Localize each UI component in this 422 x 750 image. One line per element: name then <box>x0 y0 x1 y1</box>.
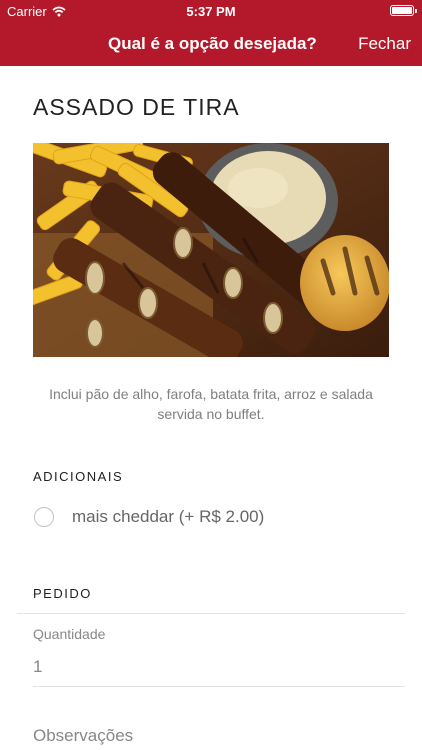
quantity-input[interactable]: 1 <box>33 657 42 677</box>
status-time: 5:37 PM <box>186 4 236 19</box>
addon-label: mais cheddar (+ R$ 2.00) <box>72 507 265 526</box>
navigation-bar: Qual é a opção desejada? Fechar <box>0 22 422 66</box>
item-title: ASSADO DE TIRA <box>33 94 240 120</box>
quantity-label: Quantidade <box>33 626 106 642</box>
divider <box>17 613 405 614</box>
order-section-label: PEDIDO <box>33 586 92 601</box>
addons-section-label: ADICIONAIS <box>33 469 124 484</box>
addon-option-cheddar[interactable]: mais cheddar (+ R$ 2.00) <box>34 507 264 527</box>
item-photo <box>33 143 389 357</box>
item-description: Inclui pão de alho, farofa, batata frita… <box>49 386 373 422</box>
status-bar: Carrier 5:37 PM <box>0 0 422 22</box>
nav-title: Qual é a opção desejada? <box>108 34 317 53</box>
battery-icon <box>390 5 417 16</box>
notes-field[interactable]: Observações <box>33 726 133 746</box>
radio-button[interactable] <box>34 507 54 527</box>
divider <box>33 686 405 687</box>
food-photo-image <box>33 143 389 357</box>
close-button[interactable]: Fechar <box>358 34 411 54</box>
